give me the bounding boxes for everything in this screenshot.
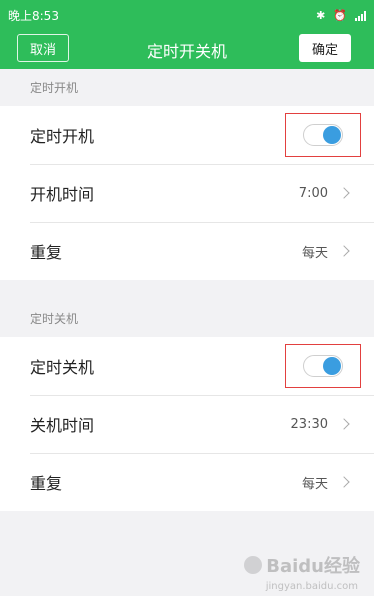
power-off-toggle[interactable] (303, 355, 343, 377)
power-on-repeat-value: 每天 (301, 245, 328, 261)
power-on-list: 定时开机 开机时间 7:00 重复 每天 (0, 106, 374, 280)
status-icons: ✱ ⏰ (316, 9, 366, 22)
bluetooth-icon: ✱ (316, 9, 326, 22)
power-on-time-value: 7:00 (298, 185, 328, 201)
chevron-right-icon (338, 476, 350, 488)
watermark-text: Baidu经验 (266, 556, 360, 577)
highlight-box (285, 344, 361, 388)
power-on-repeat-row[interactable]: 重复 每天 (0, 222, 374, 280)
status-time: 晚上8:53 (8, 9, 59, 23)
chevron-right-icon (338, 418, 350, 430)
toggle-knob (323, 126, 341, 144)
paw-icon (244, 556, 263, 574)
confirm-button[interactable]: 确定 (299, 34, 351, 62)
power-on-time-row[interactable]: 开机时间 7:00 (0, 164, 374, 222)
alarm-icon: ⏰ (333, 9, 347, 22)
watermark: Baidu经验 (244, 552, 360, 578)
power-off-toggle-row[interactable]: 定时关机 (0, 337, 374, 395)
power-off-repeat-value: 每天 (301, 476, 328, 492)
power-off-list: 定时关机 关机时间 23:30 重复 每天 (0, 337, 374, 511)
toggle-knob (323, 357, 341, 375)
power-off-time-value: 23:30 (290, 416, 328, 432)
page-title: 定时开关机 (146, 42, 227, 61)
section-header-power-off: 定时关机 (30, 312, 79, 326)
chevron-right-icon (338, 245, 350, 257)
power-on-time-label: 开机时间 (30, 185, 95, 204)
power-off-toggle-label: 定时关机 (30, 358, 95, 377)
cancel-button[interactable]: 取消 (17, 34, 69, 62)
power-off-time-label: 关机时间 (30, 416, 95, 435)
highlight-box (285, 113, 361, 157)
signal-icon (355, 10, 366, 21)
power-off-time-row[interactable]: 关机时间 23:30 (0, 395, 374, 453)
section-header-power-on: 定时开机 (30, 81, 79, 95)
chevron-right-icon (338, 187, 350, 199)
power-on-repeat-label: 重复 (30, 243, 63, 262)
power-off-repeat-row[interactable]: 重复 每天 (0, 453, 374, 511)
watermark-sub: jingyan.baidu.com (265, 581, 358, 592)
power-off-repeat-label: 重复 (30, 474, 63, 493)
status-bar: 晚上8:53 ✱ ⏰ (0, 0, 374, 31)
power-on-toggle-row[interactable]: 定时开机 (0, 106, 374, 164)
navbar: 取消 定时开关机 确定 (0, 31, 374, 69)
power-on-toggle[interactable] (303, 124, 343, 146)
power-on-toggle-label: 定时开机 (30, 127, 95, 146)
